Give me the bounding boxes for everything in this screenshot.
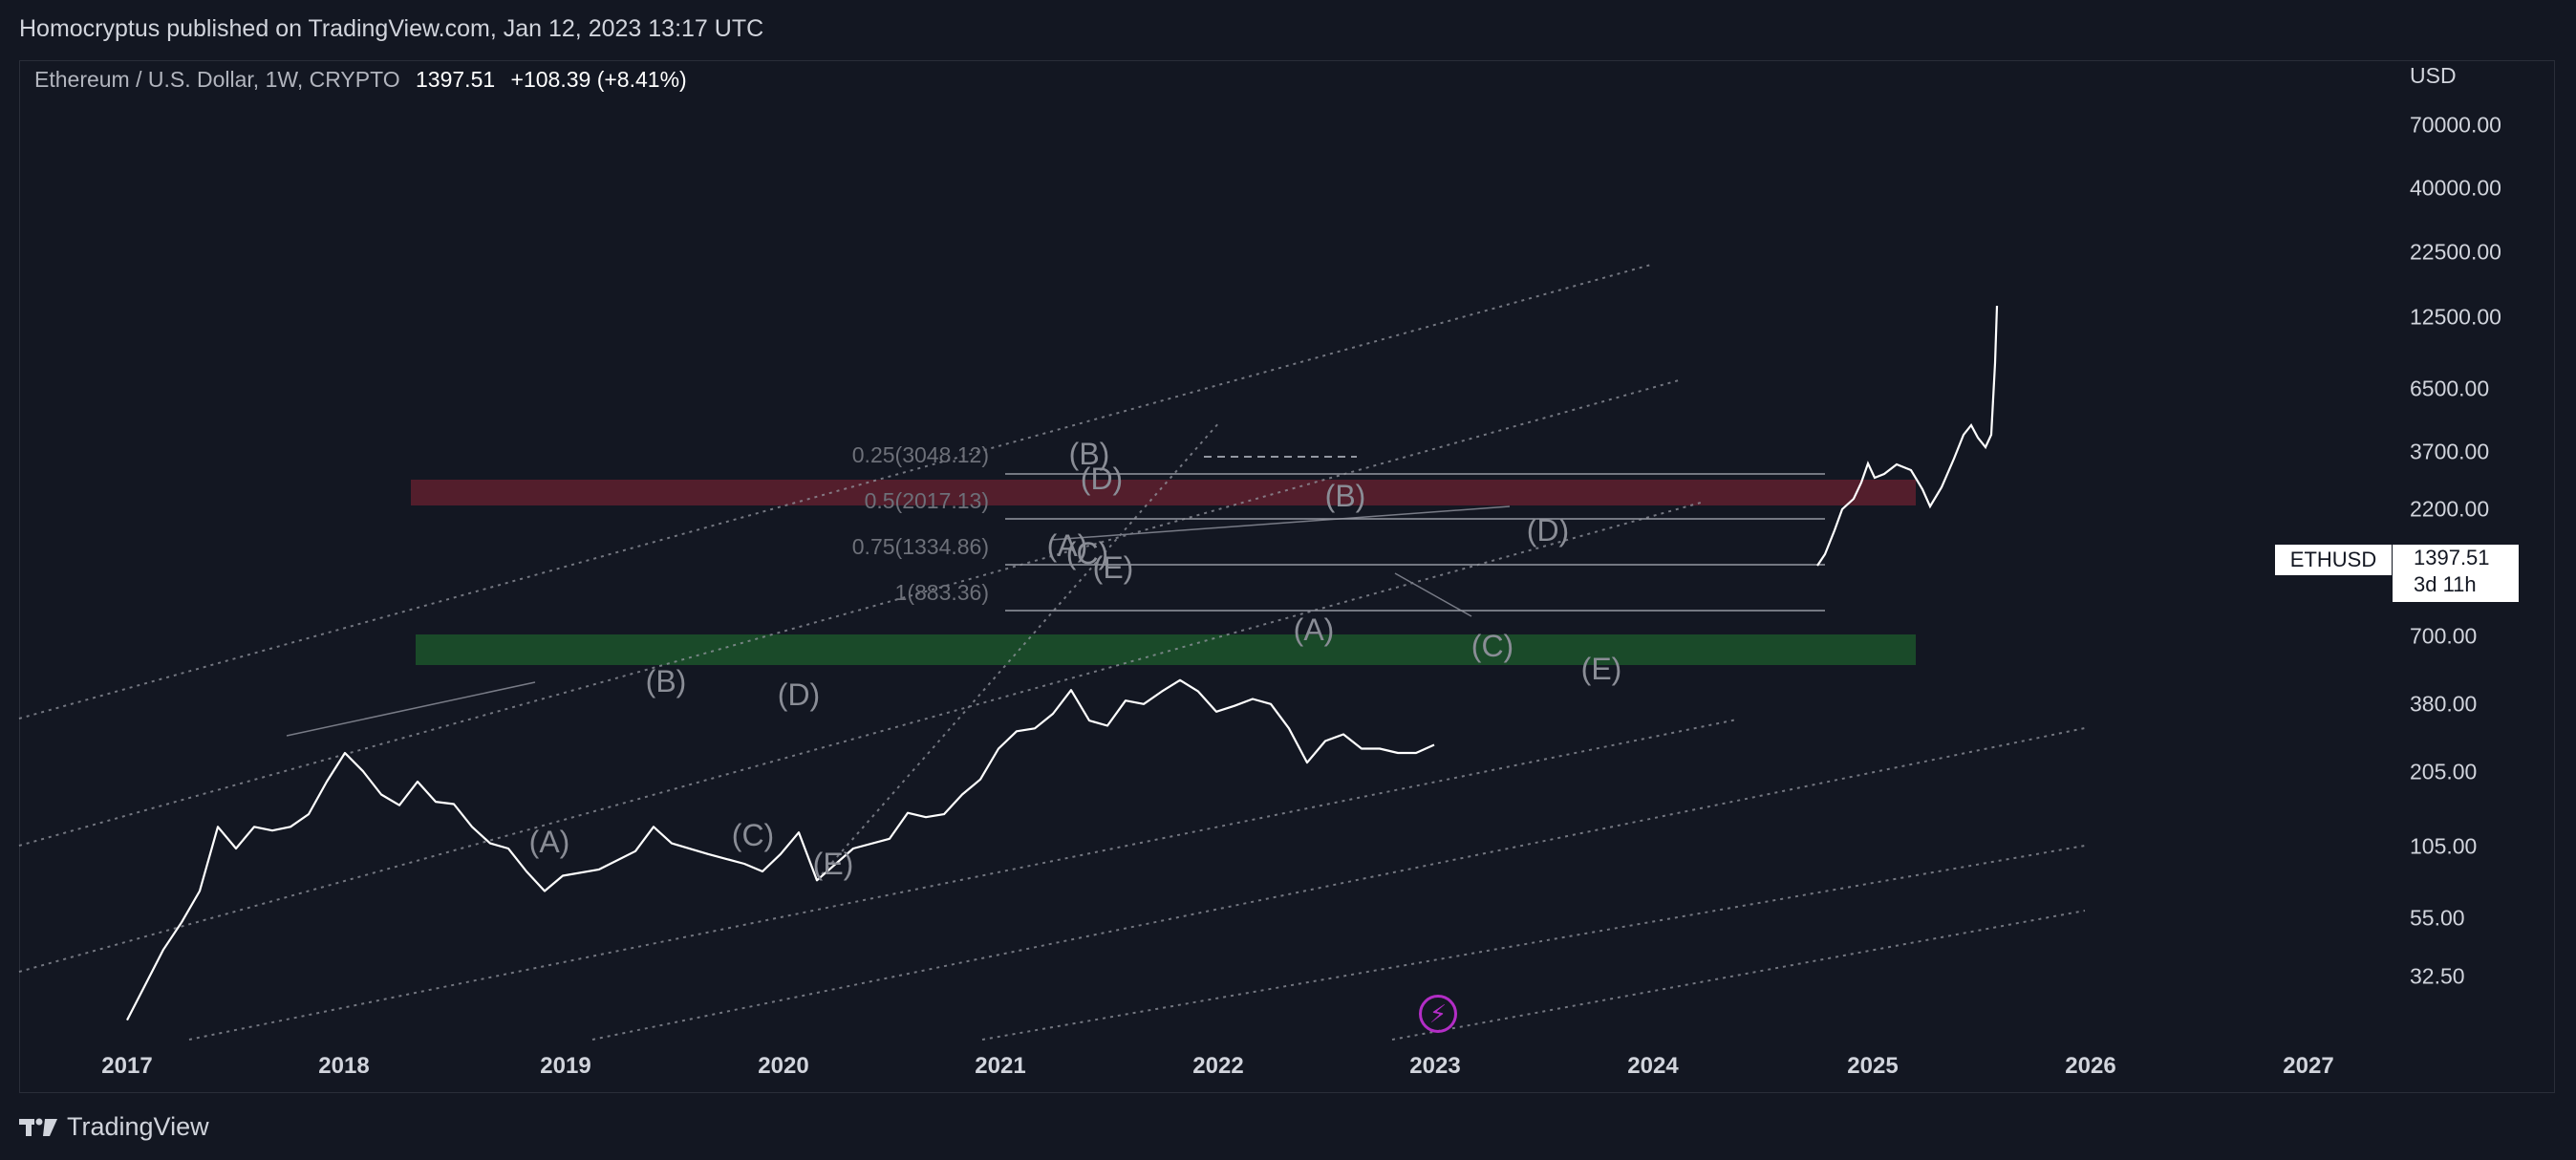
bar-countdown: 3d 11h bbox=[2414, 572, 2477, 596]
chart-canvas[interactable]: 0.25(3048.12) 0.5(2017.13) 0.75(1334.86)… bbox=[0, 0, 2576, 1160]
wave-label: (E) bbox=[813, 847, 854, 881]
time-tick: 2019 bbox=[540, 1053, 591, 1079]
footer-brand[interactable]: TradingView bbox=[19, 1112, 209, 1142]
time-tick: 2018 bbox=[318, 1053, 370, 1079]
projection-line bbox=[1816, 305, 1999, 567]
fib-label: 0.75(1334.86) bbox=[852, 534, 989, 559]
symbol-description: Ethereum / U.S. Dollar, 1W, CRYPTO bbox=[34, 67, 400, 92]
channel-line bbox=[591, 727, 2086, 1041]
price-tick: 380.00 bbox=[2410, 691, 2478, 717]
time-tick: 2020 bbox=[758, 1053, 809, 1079]
support-zone bbox=[416, 634, 1916, 665]
trend-segment bbox=[286, 681, 536, 737]
price-tick: 22500.00 bbox=[2410, 239, 2501, 265]
channel-line bbox=[188, 719, 1738, 1041]
time-tick: 2021 bbox=[975, 1053, 1026, 1079]
wave-label: (C) bbox=[732, 818, 774, 852]
fib-label: 1(883.36) bbox=[895, 580, 989, 605]
currency-label: USD bbox=[2410, 63, 2457, 88]
wave-label: (E) bbox=[1093, 550, 1134, 585]
time-tick: 2025 bbox=[1847, 1053, 1899, 1079]
symbol-price-tag: ETHUSD bbox=[2275, 545, 2392, 575]
price-tick: 205.00 bbox=[2410, 759, 2478, 784]
trend-segment bbox=[1050, 505, 1511, 541]
price-tick: 6500.00 bbox=[2410, 376, 2490, 401]
wave-label: (D) bbox=[778, 677, 820, 712]
price-tick: 32.50 bbox=[2410, 963, 2465, 989]
time-tick: 2026 bbox=[2065, 1053, 2116, 1079]
price-tick: 105.00 bbox=[2410, 833, 2478, 859]
tradingview-logo-icon bbox=[19, 1118, 57, 1136]
channel-line bbox=[981, 845, 2086, 1041]
current-price-tag: 1397.51 3d 11h bbox=[2393, 545, 2519, 602]
wave-label: (E) bbox=[1581, 652, 1622, 686]
price-tick: 40000.00 bbox=[2410, 175, 2501, 201]
channel-line bbox=[18, 502, 1702, 973]
price-tick: 3700.00 bbox=[2410, 439, 2490, 464]
wave-label: (C) bbox=[1471, 629, 1513, 663]
channel-line bbox=[18, 379, 1680, 847]
brand-name: TradingView bbox=[67, 1112, 209, 1141]
time-tick: 2024 bbox=[1627, 1053, 1679, 1079]
price-change: +108.39 (+8.41%) bbox=[510, 67, 687, 92]
time-tick: 2027 bbox=[2283, 1053, 2334, 1079]
time-tick: 2017 bbox=[101, 1053, 153, 1079]
wave-label: (D) bbox=[1081, 462, 1123, 496]
wave-label: (B) bbox=[1325, 479, 1366, 513]
fib-label: 0.5(2017.13) bbox=[865, 488, 989, 513]
price-line bbox=[126, 678, 1435, 1021]
symbol-legend[interactable]: Ethereum / U.S. Dollar, 1W, CRYPTO 1397.… bbox=[34, 67, 687, 93]
channel-line bbox=[1391, 910, 2086, 1041]
price-tick: 700.00 bbox=[2410, 623, 2478, 649]
resistance-zone bbox=[411, 480, 1916, 505]
time-tick: 2023 bbox=[1409, 1053, 1461, 1079]
wave-label: (D) bbox=[1527, 513, 1569, 548]
wave-label: (A) bbox=[529, 825, 570, 859]
price-tick: 70000.00 bbox=[2410, 112, 2501, 138]
price-tick: 2200.00 bbox=[2410, 496, 2490, 522]
last-price: 1397.51 bbox=[416, 67, 496, 92]
price-tick: 12500.00 bbox=[2410, 304, 2501, 330]
lightning-icon[interactable]: ⚡ bbox=[1419, 995, 1457, 1033]
current-price-value: 1397.51 bbox=[2414, 546, 2490, 569]
wave-label: (A) bbox=[1294, 612, 1335, 647]
fib-label: 0.25(3048.12) bbox=[852, 442, 989, 467]
wave-label: (B) bbox=[646, 664, 687, 698]
time-tick: 2022 bbox=[1192, 1053, 1244, 1079]
price-tick: 55.00 bbox=[2410, 905, 2465, 931]
